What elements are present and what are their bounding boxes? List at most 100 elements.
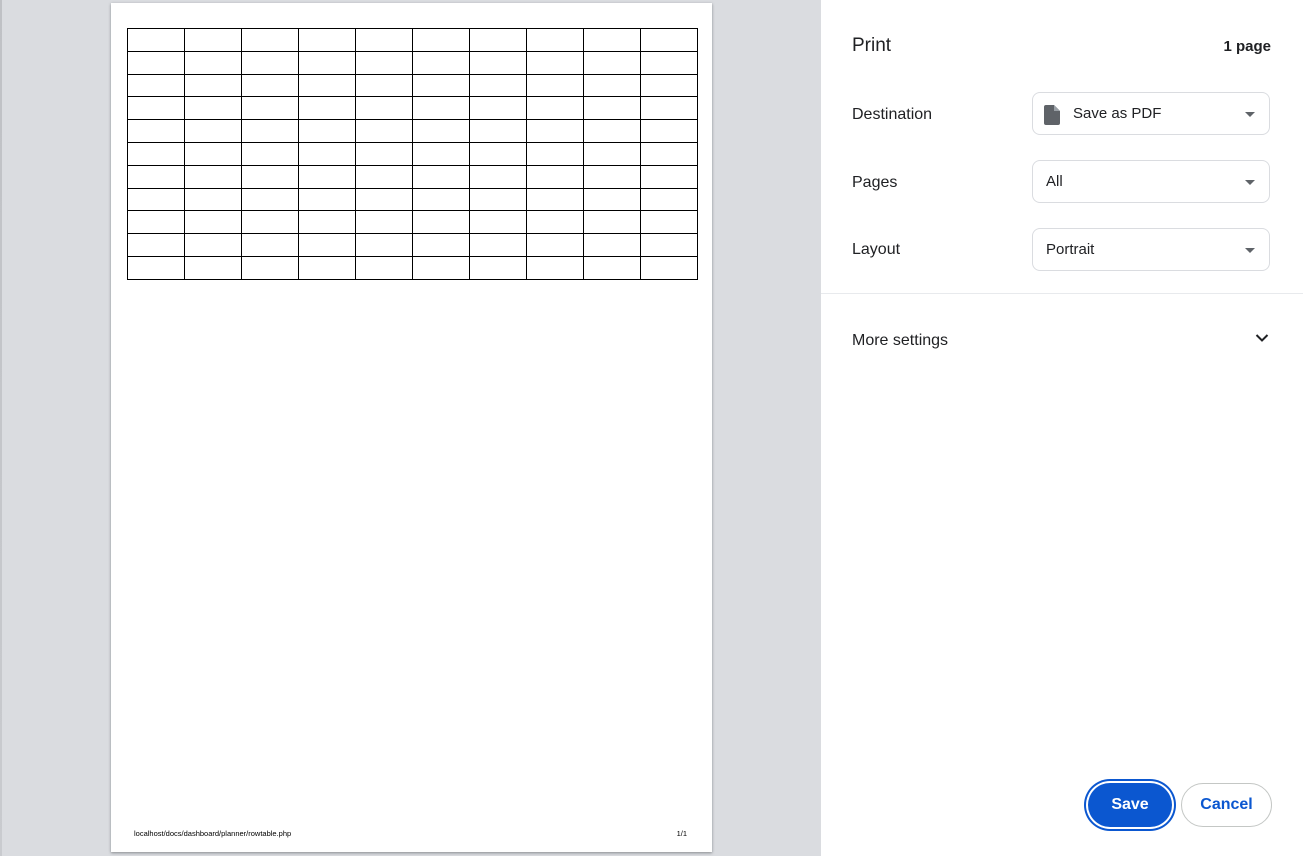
table-cell bbox=[355, 255, 413, 280]
pages-value: All bbox=[1046, 173, 1063, 190]
table-cell bbox=[526, 255, 584, 280]
table-row bbox=[127, 50, 698, 75]
table-cell bbox=[640, 187, 698, 212]
more-settings-label: More settings bbox=[852, 332, 949, 349]
table-cell bbox=[526, 210, 584, 235]
table-cell bbox=[184, 96, 242, 121]
table-cell bbox=[241, 119, 299, 143]
table-cell bbox=[355, 141, 413, 166]
table-cell bbox=[412, 187, 470, 212]
table-cell bbox=[640, 164, 698, 189]
table-cell bbox=[127, 50, 185, 75]
destination-select[interactable]: Save as PDF bbox=[1032, 92, 1270, 135]
settings-divider bbox=[821, 293, 1303, 294]
table-cell bbox=[412, 96, 470, 121]
page-footer-url: localhost/docs/dashboard/planner/rowtabl… bbox=[134, 829, 292, 838]
table-cell bbox=[298, 210, 356, 235]
table-cell bbox=[412, 141, 470, 166]
page-footer-number: 1/1 bbox=[676, 829, 687, 838]
table-row bbox=[127, 141, 698, 166]
table-cell bbox=[469, 50, 527, 75]
table-cell bbox=[640, 28, 698, 52]
table-cell bbox=[469, 210, 527, 235]
table-cell bbox=[640, 73, 698, 98]
table-cell bbox=[241, 187, 299, 212]
table-cell bbox=[412, 255, 470, 280]
table-cell bbox=[640, 119, 698, 143]
table-cell bbox=[241, 73, 299, 98]
pages-select[interactable]: All bbox=[1032, 160, 1270, 203]
chevron-down-icon bbox=[1255, 334, 1269, 342]
table-cell bbox=[298, 164, 356, 189]
table-cell bbox=[298, 119, 356, 143]
table-cell bbox=[127, 73, 185, 98]
table-cell bbox=[184, 73, 242, 98]
cancel-button[interactable]: Cancel bbox=[1181, 783, 1272, 827]
table-cell bbox=[241, 255, 299, 280]
table-cell bbox=[583, 50, 641, 75]
table-cell bbox=[469, 233, 527, 257]
table-cell bbox=[127, 28, 185, 52]
table-cell bbox=[184, 119, 242, 143]
table-cell bbox=[469, 187, 527, 212]
table-cell bbox=[526, 28, 584, 52]
table-cell bbox=[583, 187, 641, 212]
destination-value: Save as PDF bbox=[1073, 105, 1162, 122]
table-cell bbox=[583, 28, 641, 52]
dropdown-arrow-icon bbox=[1245, 180, 1255, 185]
table-cell bbox=[355, 73, 413, 98]
table-cell bbox=[412, 233, 470, 257]
table-cell bbox=[640, 141, 698, 166]
table-cell bbox=[355, 187, 413, 212]
table-cell bbox=[298, 187, 356, 212]
table-cell bbox=[640, 96, 698, 121]
table-cell bbox=[526, 233, 584, 257]
table-cell bbox=[298, 50, 356, 75]
table-row bbox=[127, 233, 698, 257]
table-cell bbox=[526, 119, 584, 143]
table-cell bbox=[127, 164, 185, 189]
table-cell bbox=[184, 164, 242, 189]
table-cell bbox=[469, 28, 527, 52]
table-cell bbox=[241, 210, 299, 235]
table-cell bbox=[355, 233, 413, 257]
table-cell bbox=[526, 96, 584, 121]
table-cell bbox=[640, 210, 698, 235]
table-cell bbox=[127, 233, 185, 257]
table-cell bbox=[184, 210, 242, 235]
table-cell bbox=[583, 233, 641, 257]
table-cell bbox=[526, 164, 584, 189]
print-settings-sidebar: Print 1 page Destination Save as PDF Pag… bbox=[821, 0, 1303, 856]
table-cell bbox=[241, 141, 299, 166]
layout-select[interactable]: Portrait bbox=[1032, 228, 1270, 271]
table-cell bbox=[355, 119, 413, 143]
table-cell bbox=[640, 233, 698, 257]
table-row bbox=[127, 119, 698, 143]
table-cell bbox=[526, 187, 584, 212]
print-title: Print bbox=[852, 35, 892, 56]
table-cell bbox=[355, 210, 413, 235]
table-cell bbox=[355, 50, 413, 75]
table-cell bbox=[412, 164, 470, 189]
table-row bbox=[127, 28, 698, 52]
pages-label: Pages bbox=[852, 174, 898, 191]
table-cell bbox=[583, 119, 641, 143]
table-cell bbox=[127, 210, 185, 235]
table-cell bbox=[412, 210, 470, 235]
more-settings-toggle[interactable]: More settings bbox=[821, 318, 1303, 362]
table-cell bbox=[184, 28, 242, 52]
table-cell bbox=[241, 96, 299, 121]
layout-label: Layout bbox=[852, 241, 901, 258]
table-cell bbox=[469, 255, 527, 280]
table-cell bbox=[298, 255, 356, 280]
preview-table bbox=[127, 28, 698, 280]
table-cell bbox=[469, 141, 527, 166]
table-cell bbox=[127, 119, 185, 143]
table-cell bbox=[298, 73, 356, 98]
save-button[interactable]: Save bbox=[1088, 783, 1172, 827]
dropdown-arrow-icon bbox=[1245, 112, 1255, 117]
table-cell bbox=[355, 96, 413, 121]
table-cell bbox=[127, 187, 185, 212]
table-row bbox=[127, 255, 698, 280]
table-row bbox=[127, 210, 698, 235]
